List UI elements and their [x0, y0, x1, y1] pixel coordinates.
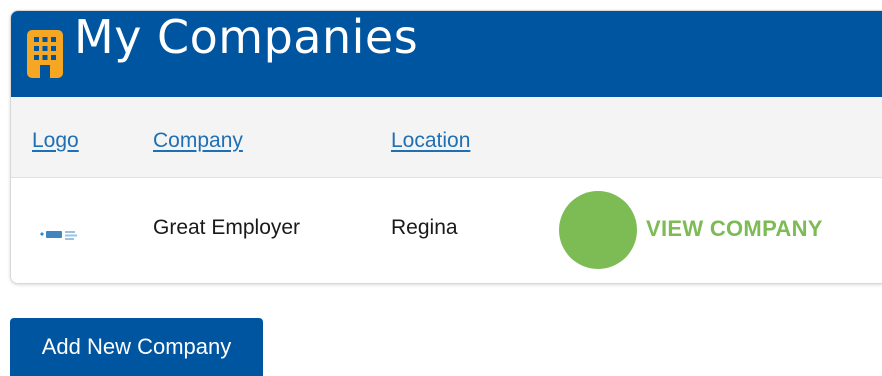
my-companies-panel: My Companies Logo Company Location Great… [10, 10, 882, 284]
building-icon [27, 30, 63, 78]
panel-header: My Companies [11, 11, 882, 97]
view-company-link[interactable]: VIEW COMPANY [646, 216, 823, 242]
add-new-company-button[interactable]: Add New Company [10, 318, 263, 376]
view-company-indicator [559, 191, 637, 269]
table-row: Great Employer Regina VIEW COMPANY [11, 178, 882, 283]
column-header-location[interactable]: Location [391, 129, 470, 153]
company-location: Regina [391, 216, 458, 239]
table-header-row: Logo Company Location [11, 97, 882, 178]
company-logo-image [40, 231, 77, 240]
page-title: My Companies [74, 10, 419, 64]
column-header-company[interactable]: Company [153, 129, 243, 153]
company-name: Great Employer [153, 216, 301, 239]
column-header-logo[interactable]: Logo [32, 129, 79, 153]
